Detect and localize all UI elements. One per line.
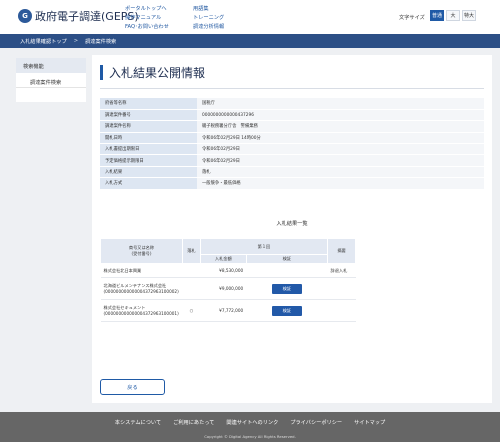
note-header: 摘要 [327,238,356,264]
round-header: 第１回 [199,238,329,255]
footer: 本システムについて ご利用にあたって 関連サイトへのリンク プライバシーポリシー… [0,412,500,442]
winner-mark [182,263,201,278]
results-title: 入札結果一覧 [276,221,308,227]
verify-cell [246,263,328,278]
portal-top-link[interactable]: ポータルトップへ [125,5,167,12]
table-row: 株式会社セキュメント (000000000000004372963100001) … [100,299,356,322]
site-title: 政府電子調達(GEPS) [35,10,139,23]
info-label: 調達案件番号 [100,109,197,122]
info-row: 府省等名称 国税庁 [100,98,484,110]
verify-button[interactable]: 検証 [271,283,302,294]
sidebar-heading: 検索機能 [16,58,86,73]
table-row: 北海道ビルメンテナンス株式会社 (000000000000004372963100… [100,277,356,300]
info-value: 0000000000000437296 [197,109,484,122]
footer-link-sitemap[interactable]: サイトマップ [354,419,385,426]
info-row: 調達案件番号 0000000000000437296 [100,109,484,122]
back-button[interactable]: 戻る [100,379,165,395]
font-size-xlarge-button[interactable]: 特大 [462,10,476,21]
info-row: 開札日時 令和06年02月29日 14時00分 [100,132,484,145]
note-cell [327,277,356,300]
winner-mark: ○ [182,299,201,322]
info-value: 国税庁 [197,98,484,110]
glossary-link[interactable]: 用語集 [193,5,209,12]
title-accent-bar [100,65,103,80]
sidebar: 検索機能 調達案件検索 [16,58,86,102]
info-value: 落札 [197,166,484,179]
note-cell: 辞退入札 [327,263,356,278]
font-size-label: 文字サイズ [399,15,425,21]
info-label: 府省等名称 [100,98,197,110]
info-label: 入札方式 [100,177,197,190]
amount-header: 入札金額 [199,254,247,264]
page-title: 入札結果公開情報 [109,66,206,80]
copyright: Copyright © Digital Agency All Rights Re… [204,434,296,439]
faq-link[interactable]: FAQ･お問い合わせ [125,23,169,30]
info-table: 府省等名称 国税庁 調達案件番号 0000000000000437296 調達案件名… [100,98,484,190]
info-label: 予定価格提示期限日 [100,154,197,167]
receipt-number: (000000000000004372963100002) [103,289,179,294]
header: G 政府電子調達(GEPS) ポータルトップへ 操作マニュアル FAQ･お問い合… [0,0,500,34]
company-header: 商号又は名称 (受付番号) [100,238,183,264]
info-row: 入札方式 一般競争・最低価格 [100,177,484,190]
info-label: 開札日時 [100,132,197,145]
geps-logo[interactable]: G 政府電子調達(GEPS) [18,8,139,24]
info-value: 一般競争・最低価格 [197,177,484,190]
info-value: 令和06年02月29日 [197,154,484,167]
font-size-large-button[interactable]: 大 [446,10,460,21]
winner-header: 落札 [181,238,201,264]
receipt-number: (000000000000004372963100001) [103,311,179,316]
footer-link-related-sites[interactable]: 関連サイトへのリンク [226,419,278,426]
table-row: 株式会社北日本興業 ¥8,530,000 辞退入札 [100,263,356,278]
verify-cell: 検証 [246,299,328,322]
info-row: 入札書提出期限日 令和06年02月29日 [100,143,484,156]
info-label: 入札結果 [100,166,197,179]
breadcrumb-separator: > [73,38,79,44]
verify-header: 検証 [245,254,329,264]
title-divider [100,88,484,89]
info-value: 令和06年02月29日 [197,143,484,156]
results-table: 商号又は名称 (受付番号) 落札 第１回 摘要 入札金額 検証 株式会社北日本興業… [100,238,356,322]
company-cell: 株式会社セキュメント (000000000000004372963100001) [100,299,183,322]
info-row: 入札結果 落札 [100,166,484,179]
info-value: 磯子税務署分庁舎 警備業務 [197,120,484,133]
footer-link-usage[interactable]: ご利用にあたって [173,419,214,426]
footer-link-privacy[interactable]: プライバシーポリシー [290,419,342,426]
footer-links: 本システムについて ご利用にあたって 関連サイトへのリンク プライバシーポリシー… [0,419,500,426]
info-row: 予定価格提示期限日 令和06年02月29日 [100,154,484,167]
note-cell [327,299,356,322]
geps-logo-icon: G [18,9,32,23]
procurement-analysis-link[interactable]: 調達分析情報 [193,23,224,30]
breadcrumb: 入札結果確認トップ > 調達案件検索 [0,34,500,48]
info-label: 入札書提出期限日 [100,143,197,156]
info-label: 調達案件名称 [100,120,197,133]
company-name: 株式会社北日本興業 [100,263,183,278]
verify-button[interactable]: 検証 [271,305,302,316]
company-name: 株式会社セキュメント [103,305,146,310]
info-value: 令和06年02月29日 14時00分 [197,132,484,145]
font-size-normal-button[interactable]: 普通 [430,10,444,21]
page: G 政府電子調達(GEPS) ポータルトップへ 操作マニュアル FAQ･お問い合… [0,0,500,442]
company-name: 北海道ビルメンテナンス株式会社 [103,283,167,288]
info-row: 調達案件名称 磯子税務署分庁舎 警備業務 [100,120,484,133]
bid-amount: ¥9,000,000 [200,277,247,300]
winner-mark [182,277,201,300]
company-cell: 北海道ビルメンテナンス株式会社 (000000000000004372963100… [100,277,183,300]
bid-amount: ¥8,530,000 [200,263,247,278]
manual-link[interactable]: 操作マニュアル [125,14,161,21]
breadcrumb-item-search[interactable]: 調達案件検索 [85,38,116,45]
sidebar-item-search[interactable]: 調達案件検索 [16,73,86,88]
footer-link-about[interactable]: 本システムについて [115,419,161,426]
bid-amount: ¥7,772,000 [200,299,247,322]
main-content: 入札結果公開情報 府省等名称 国税庁 調達案件番号 0000000000000437… [92,55,492,403]
verify-cell: 検証 [246,277,328,300]
breadcrumb-item-results-top[interactable]: 入札結果確認トップ [20,38,67,45]
training-link[interactable]: トレーニング [193,14,224,21]
